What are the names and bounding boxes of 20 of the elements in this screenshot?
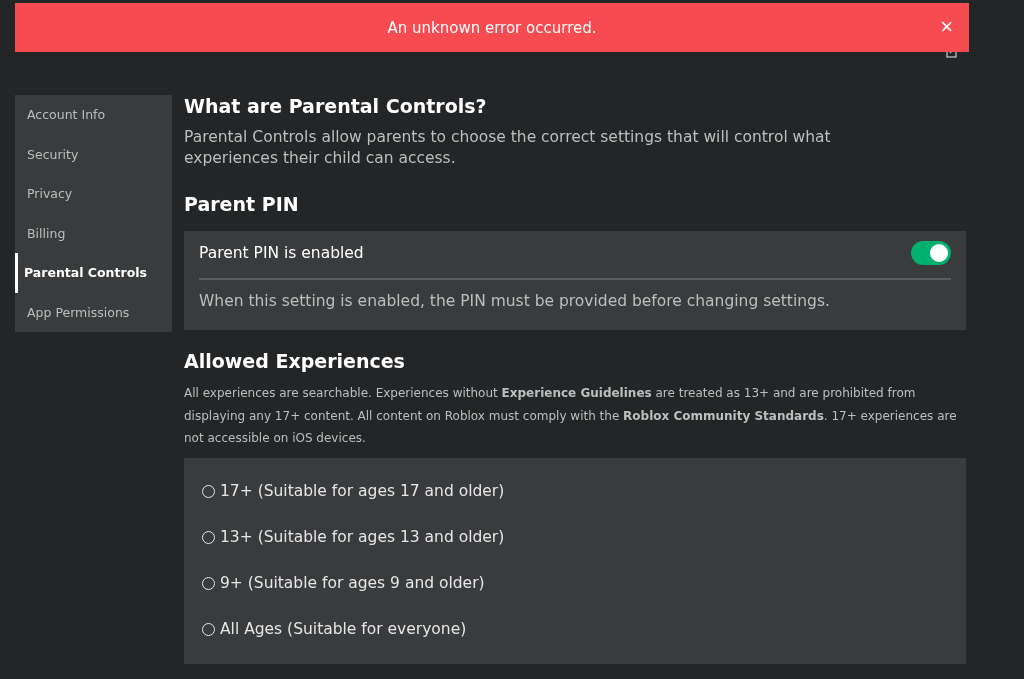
setting-description: When this setting is enabled, the PIN must be provided before changing settings.: [199, 292, 831, 310]
sidebar-item[interactable]: Account Info: [15, 95, 172, 135]
section-heading: Allowed Experiences: [184, 350, 406, 372]
section-heading: Parent PIN: [184, 193, 300, 215]
option-label: All Ages (Suitable for everyone): [220, 620, 467, 638]
sidebar-item[interactable]: Security: [15, 134, 172, 174]
error-message: An unknown error occurred.: [387, 18, 597, 37]
experiences-text: All experiences are searchable. Experiences without Experience Guidelines are treated as 13+ and are prohibited from displaying any 17+ content. All content on Roblox must comply with the Roblox Community Standards. 17+ experiences are not accessible on iOS devices.: [184, 385, 958, 447]
option-label: 13+ (Suitable for ages 13 and older): [220, 528, 505, 546]
option-label: 17+ (Suitable for ages 17 and older): [220, 482, 505, 500]
close-button[interactable]: ×: [938, 16, 955, 38]
intro-text: Parental Controls allow parents to choose the correct settings that will control what experiences their child can access.: [184, 127, 832, 169]
section-heading: What are Parental Controls?: [184, 95, 488, 117]
sidebar-item[interactable]: Privacy: [15, 174, 172, 214]
toggle-switch[interactable]: [911, 241, 951, 265]
setting-label: Parent PIN is enabled: [199, 244, 364, 262]
sidebar-item[interactable]: Parental Controls: [15, 253, 172, 293]
option-label: 9+ (Suitable for ages 9 and older): [220, 574, 485, 592]
sidebar-item[interactable]: Billing: [15, 213, 172, 253]
sidebar-item[interactable]: App Permissions: [15, 292, 172, 332]
